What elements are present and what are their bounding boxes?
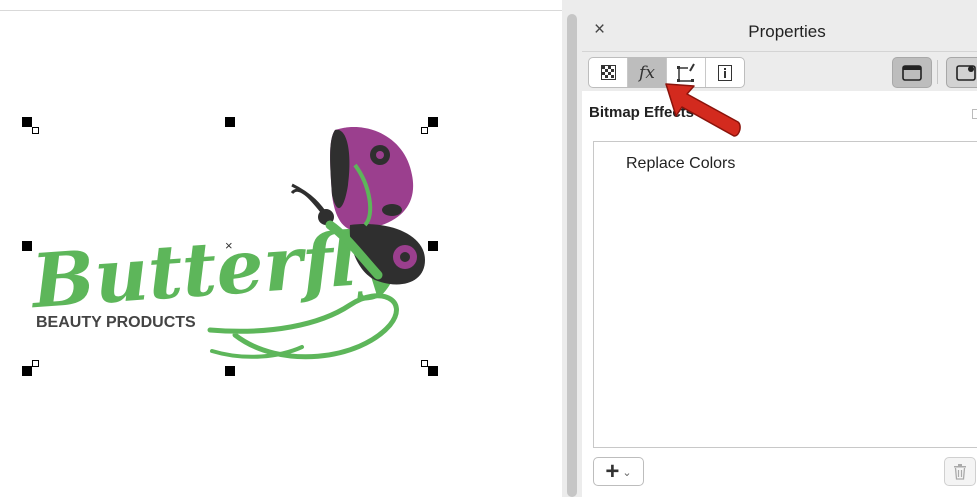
view-options-button[interactable] [946,57,977,88]
properties-panel: × Properties fx Bitmap Effects Replace C… [582,0,977,497]
close-icon[interactable]: × [594,20,605,39]
drawing-canvas[interactable]: × Butterfly BEAUTY PRODUCTS [0,0,562,497]
section-toggle-icon[interactable] [972,109,977,119]
panel-title: Properties [748,22,826,41]
annotation-arrow-icon [665,83,741,137]
canvas-vertical-scrollbar[interactable] [567,14,577,497]
toolbar-separator [937,60,938,84]
info-icon [718,64,732,81]
logo-sub-text: BEAUTY PRODUCTS [36,314,196,331]
effects-list[interactable]: Replace Colors [593,141,977,448]
checker-icon [600,65,616,80]
plus-icon: + [605,457,620,485]
window-settings-icon [956,64,976,81]
trash-icon [954,463,966,480]
fx-icon: fx [639,62,655,83]
add-effect-button[interactable]: + ⌄ [593,457,644,486]
frame-icon [902,64,922,81]
tab-transparency[interactable] [589,58,628,87]
delete-effect-button[interactable] [944,457,976,486]
frame-view-button[interactable] [892,57,932,88]
list-item-effect[interactable]: Replace Colors [626,155,735,173]
panel-header-divider [582,51,977,52]
chevron-down-icon: ⌄ [622,466,632,479]
butterfly-logo[interactable]: Butterfly BEAUTY PRODUCTS [30,125,430,370]
canvas-top-divider [0,10,562,11]
